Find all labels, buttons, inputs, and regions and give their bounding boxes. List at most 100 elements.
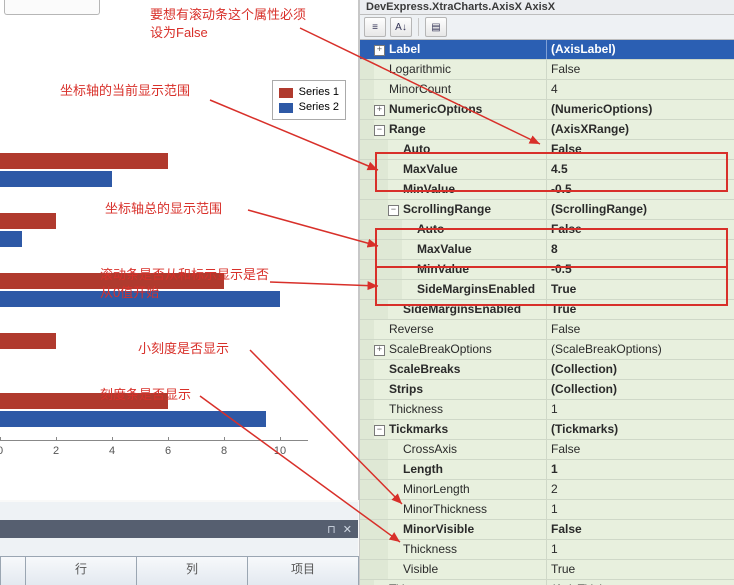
prop-row-sidemarginsenabled[interactable]: SideMarginsEnabledTrue: [360, 280, 734, 300]
toggle-icon[interactable]: +: [374, 345, 385, 356]
prop-value[interactable]: False: [546, 320, 734, 339]
prop-value[interactable]: (ScrollingRange): [546, 200, 734, 219]
prop-name: Thickness: [389, 402, 443, 416]
prop-value[interactable]: False: [546, 520, 734, 539]
prop-name: Tickmarks: [389, 422, 448, 436]
prop-row-strips[interactable]: Strips(Collection): [360, 380, 734, 400]
prop-row-logarithmic[interactable]: LogarithmicFalse: [360, 60, 734, 80]
prop-name: Length: [403, 462, 443, 476]
prop-value[interactable]: 4: [546, 80, 734, 99]
toggle-icon[interactable]: +: [374, 105, 385, 116]
prop-value[interactable]: (Tickmarks): [546, 420, 734, 439]
axis-tick-8: 8: [221, 445, 227, 457]
axis-tick-2: 2: [53, 445, 59, 457]
dock-strip-1: [0, 502, 358, 520]
root: Series 1 Series 2 0246810 ⊓ ✕ 行 列 项目 Dev…: [0, 0, 734, 585]
bottom-tab-row[interactable]: 行: [26, 557, 137, 585]
axis-tick-0: 0: [0, 445, 3, 457]
prop-row-numericoptions[interactable]: +NumericOptions(NumericOptions): [360, 100, 734, 120]
toolbar-sort-icon[interactable]: A↓: [390, 17, 412, 37]
prop-row-scrollingrange[interactable]: −ScrollingRange (ScrollingRange): [360, 200, 734, 220]
bar-Series2-0: [0, 171, 112, 187]
prop-value[interactable]: False: [546, 440, 734, 459]
prop-name: ScaleBreakOptions: [389, 342, 492, 356]
prop-value[interactable]: 2: [546, 480, 734, 499]
ann-sidemargins: 滚动条是否从和标示显示是否从0值开始: [100, 266, 280, 302]
prop-name: ScaleBreaks: [389, 362, 460, 376]
prop-row-crossaxis[interactable]: CrossAxisFalse: [360, 440, 734, 460]
prop-value[interactable]: True: [546, 560, 734, 579]
prop-row-minorvisible[interactable]: MinorVisible False: [360, 520, 734, 540]
prop-value[interactable]: (Collection): [546, 380, 734, 399]
button-stub[interactable]: [4, 0, 100, 15]
prop-row-scalebreakoptions[interactable]: + ScaleBreakOptions (ScaleBreakOptions): [360, 340, 734, 360]
prop-name: Auto: [417, 222, 444, 236]
prop-value[interactable]: 4.5: [546, 160, 734, 179]
prop-row-tickmarks[interactable]: −Tickmarks (Tickmarks): [360, 420, 734, 440]
toolbar-pages-icon[interactable]: ▤: [425, 17, 447, 37]
prop-row-length[interactable]: Length 1: [360, 460, 734, 480]
prop-name: MinorThickness: [403, 502, 487, 516]
toolbar-categorize-icon[interactable]: ≡: [364, 17, 386, 37]
prop-value[interactable]: 1: [546, 400, 734, 419]
chart-panel: Series 1 Series 2 0246810: [0, 0, 359, 500]
prop-name: MinorLength: [403, 482, 470, 496]
prop-row-visible[interactable]: VisibleTrue: [360, 560, 734, 580]
prop-row-sidemarginsenabled[interactable]: SideMarginsEnabledTrue: [360, 300, 734, 320]
prop-row-minorlength[interactable]: MinorLength 2: [360, 480, 734, 500]
prop-row-label[interactable]: +Label(AxisLabel): [360, 40, 734, 60]
prop-row-minorcount[interactable]: MinorCount4: [360, 80, 734, 100]
prop-value[interactable]: 1: [546, 540, 734, 559]
prop-row-minvalue[interactable]: MinValue-0.5: [360, 260, 734, 280]
prop-value[interactable]: (NumericOptions): [546, 100, 734, 119]
prop-row-auto[interactable]: Auto False: [360, 140, 734, 160]
prop-value[interactable]: (ScaleBreakOptions): [546, 340, 734, 359]
prop-value[interactable]: (AxisXRange): [546, 120, 734, 139]
toggle-icon[interactable]: −: [374, 125, 385, 136]
prop-row-reverse[interactable]: ReverseFalse: [360, 320, 734, 340]
legend-label-1: Series 1: [299, 85, 339, 100]
ann-scrollrange: 坐标轴总的显示范围: [105, 200, 222, 218]
property-toolbar: ≡ A↓ ▤: [360, 15, 734, 40]
prop-value[interactable]: True: [546, 280, 734, 299]
bottom-tab-item[interactable]: 项目: [248, 557, 359, 585]
prop-row-maxvalue[interactable]: MaxValue 4.5: [360, 160, 734, 180]
toggle-icon[interactable]: +: [374, 45, 385, 56]
prop-name: ScrollingRange: [403, 202, 491, 216]
dock-strip-3: [0, 538, 358, 556]
prop-row-thickness[interactable]: Thickness 1: [360, 400, 734, 420]
bottom-grid-header: 行 列 项目: [0, 556, 360, 585]
prop-row-minvalue[interactable]: MinValue-0.5: [360, 180, 734, 200]
prop-name: Auto: [403, 142, 430, 156]
prop-name: MinorVisible: [403, 522, 474, 536]
prop-value[interactable]: 1: [546, 500, 734, 519]
prop-value[interactable]: (AxisLabel): [546, 40, 734, 59]
toggle-icon[interactable]: −: [374, 425, 385, 436]
prop-row-scalebreaks[interactable]: ScaleBreaks (Collection): [360, 360, 734, 380]
property-header: DevExpress.XtraCharts.AxisX AxisX: [360, 0, 734, 15]
prop-value[interactable]: (Collection): [546, 360, 734, 379]
prop-row-minorthickness[interactable]: MinorThickness 1: [360, 500, 734, 520]
prop-row-auto[interactable]: Auto False: [360, 220, 734, 240]
prop-row-thickness[interactable]: Thickness1: [360, 540, 734, 560]
pin-icon[interactable]: ⊓: [327, 524, 336, 536]
prop-value[interactable]: False: [546, 220, 734, 239]
prop-value[interactable]: -0.5: [546, 180, 734, 199]
property-grid[interactable]: +Label(AxisLabel)LogarithmicFalseMinorCo…: [360, 40, 734, 585]
prop-name: MaxValue: [403, 162, 458, 176]
prop-row-maxvalue[interactable]: MaxValue8: [360, 240, 734, 260]
prop-value[interactable]: -0.5: [546, 260, 734, 279]
prop-value[interactable]: (AxisTitle): [546, 580, 734, 585]
prop-value[interactable]: False: [546, 60, 734, 79]
bar-Series1-1: [0, 213, 56, 229]
prop-value[interactable]: False: [546, 140, 734, 159]
prop-row-range[interactable]: −Range(AxisXRange): [360, 120, 734, 140]
bottom-tab-col[interactable]: 列: [137, 557, 248, 585]
toggle-icon[interactable]: −: [388, 205, 399, 216]
close-icon[interactable]: ✕: [343, 524, 352, 536]
prop-value[interactable]: 1: [546, 460, 734, 479]
prop-value[interactable]: 8: [546, 240, 734, 259]
prop-row-title[interactable]: +Title(AxisTitle): [360, 580, 734, 585]
prop-value[interactable]: True: [546, 300, 734, 319]
axis-tick-10: 10: [274, 445, 286, 457]
